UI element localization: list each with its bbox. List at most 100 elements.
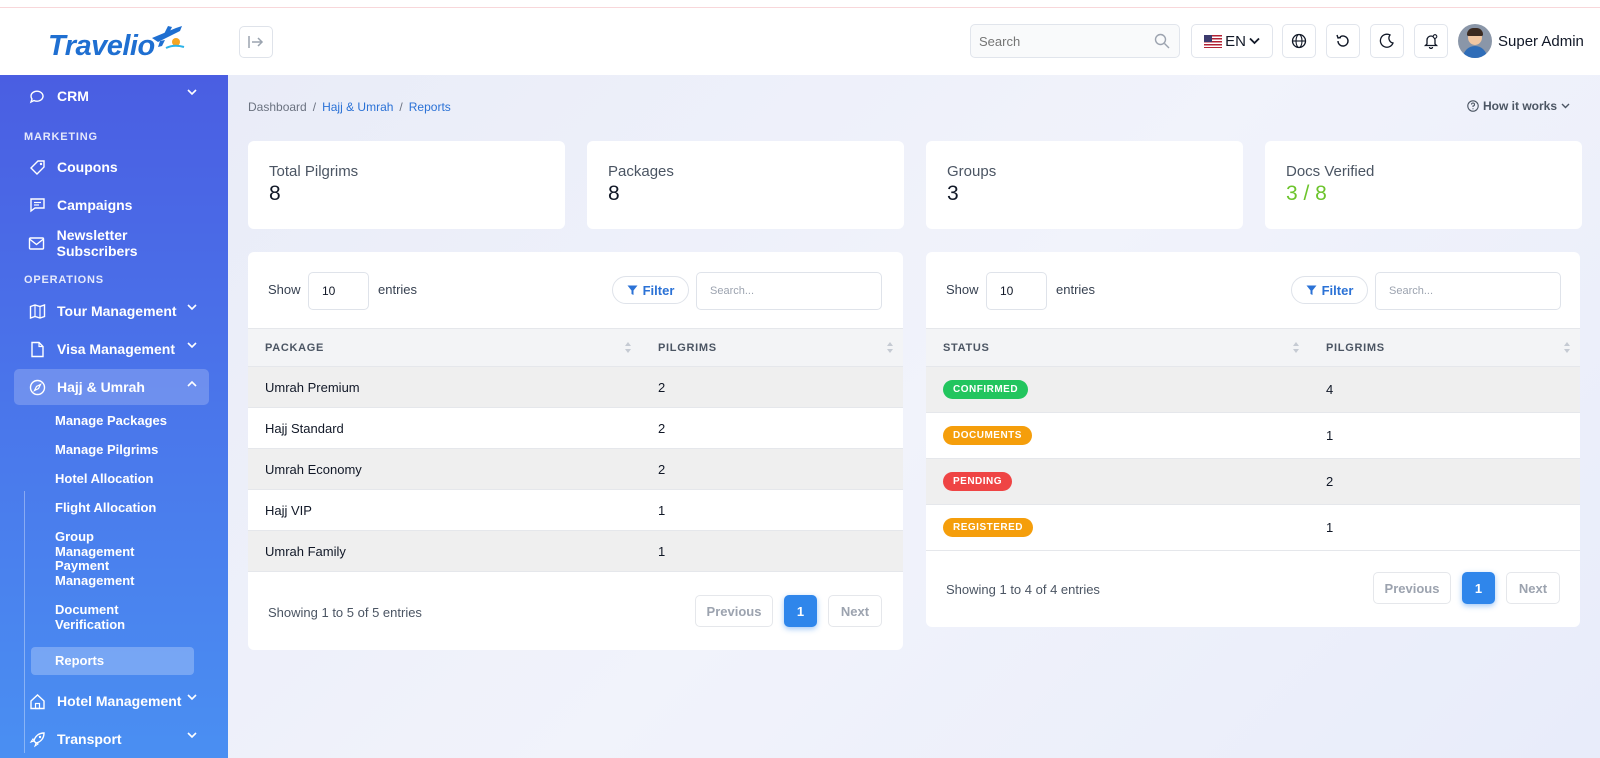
column-header-pilgrims[interactable]: PILGRIMS bbox=[1309, 328, 1580, 367]
submenu-item-payment-management[interactable]: Payment Management bbox=[31, 553, 194, 593]
chevron-down-icon bbox=[187, 732, 197, 739]
sidebar-item-campaigns[interactable]: Campaigns bbox=[14, 187, 209, 223]
main-content: Dashboard / Hajj & Umrah / Reports How it wo… bbox=[228, 75, 1600, 758]
rocket-icon bbox=[28, 730, 46, 748]
breadcrumb-separator: / bbox=[312, 100, 317, 114]
pilgrims-cell: 1 bbox=[641, 489, 903, 531]
column-header-pilgrims[interactable]: PILGRIMS bbox=[641, 328, 903, 367]
entries-label: entries bbox=[1056, 282, 1096, 297]
filter-button[interactable]: Filter bbox=[612, 276, 689, 304]
avatar bbox=[1458, 24, 1492, 58]
table-row: CONFIRMED 4 bbox=[926, 366, 1580, 413]
sidebar-item-label: Coupons bbox=[57, 159, 118, 175]
user-menu[interactable]: Super Admin bbox=[1458, 24, 1584, 58]
map-icon bbox=[28, 302, 46, 320]
show-label: Show bbox=[268, 282, 301, 297]
logo-text: Travelio bbox=[48, 30, 155, 62]
sort-icon bbox=[625, 342, 631, 353]
next-page-button[interactable]: Next bbox=[1506, 572, 1560, 604]
top-border bbox=[0, 0, 1600, 8]
user-name: Super Admin bbox=[1498, 32, 1584, 50]
language-selector[interactable]: EN bbox=[1191, 24, 1273, 58]
table-search-input[interactable]: Search... bbox=[696, 272, 882, 310]
table-row: Umrah Economy 2 bbox=[248, 448, 903, 490]
package-cell: Umrah Economy bbox=[248, 448, 641, 490]
chat-icon bbox=[28, 87, 46, 105]
sidebar-item-label: Transport bbox=[57, 731, 122, 747]
sort-icon bbox=[1293, 342, 1299, 353]
bell-icon bbox=[1423, 34, 1439, 49]
sidebar-item-hotel-management[interactable]: Hotel Management bbox=[14, 683, 209, 719]
entries-select[interactable]: 10 bbox=[308, 272, 369, 310]
moon-icon bbox=[1379, 33, 1394, 48]
status-report-card: Show 10 entries Filter Search... STATUS … bbox=[926, 252, 1580, 627]
status-badge: DOCUMENTS bbox=[943, 426, 1032, 445]
breadcrumb-reports: Reports bbox=[408, 100, 451, 114]
status-badge: CONFIRMED bbox=[943, 380, 1029, 399]
stat-card-packages: Packages 8 bbox=[587, 141, 904, 229]
column-header-status[interactable]: STATUS bbox=[926, 328, 1309, 367]
filter-icon bbox=[1306, 285, 1317, 295]
how-it-works-label: How it works bbox=[1482, 99, 1557, 113]
file-icon bbox=[28, 340, 46, 358]
package-cell: Umrah Family bbox=[248, 530, 641, 572]
stat-label: Total Pilgrims bbox=[269, 163, 359, 180]
previous-page-button[interactable]: Previous bbox=[1373, 572, 1451, 604]
sidebar-item-hajj-umrah[interactable]: Hajj & Umrah bbox=[14, 369, 209, 405]
top-header: Travelio EN Super Admin bbox=[0, 8, 1600, 75]
pilgrims-cell: 2 bbox=[641, 448, 903, 490]
chevron-down-icon bbox=[187, 694, 197, 701]
stat-card-docs-verified: Docs Verified 3 / 8 bbox=[1265, 141, 1582, 229]
submenu-item-manage-packages[interactable]: Manage Packages bbox=[31, 408, 194, 433]
chevron-down-icon bbox=[187, 89, 197, 96]
filter-button[interactable]: Filter bbox=[1291, 276, 1368, 304]
submenu-item-flight-allocation[interactable]: Flight Allocation bbox=[31, 495, 194, 520]
airplane-icon bbox=[152, 26, 185, 49]
sidebar-item-visa-management[interactable]: Visa Management bbox=[14, 331, 209, 367]
table-row: PENDING 2 bbox=[926, 458, 1580, 505]
how-it-works-button[interactable]: How it works bbox=[1467, 99, 1570, 113]
filter-label: Filter bbox=[642, 282, 675, 298]
mail-icon bbox=[28, 234, 46, 252]
table-search-input[interactable]: Search... bbox=[1375, 272, 1561, 310]
stat-value: 3 / 8 bbox=[1286, 182, 1327, 205]
page-1-button[interactable]: 1 bbox=[1462, 572, 1495, 604]
sidebar-item-transport[interactable]: Transport bbox=[14, 721, 209, 757]
submenu-item-manage-pilgrims[interactable]: Manage Pilgrims bbox=[31, 437, 194, 462]
filter-icon bbox=[627, 285, 638, 295]
breadcrumb-dashboard[interactable]: Dashboard bbox=[248, 100, 307, 114]
sidebar-item-newsletter[interactable]: Newsletter Subscribers bbox=[14, 225, 209, 261]
entries-select[interactable]: 10 bbox=[986, 272, 1047, 310]
table-row: Umrah Premium 2 bbox=[248, 366, 903, 408]
showing-entries-text: Showing 1 to 4 of 4 entries bbox=[946, 582, 1100, 597]
globe-button[interactable] bbox=[1282, 24, 1316, 58]
breadcrumb: Dashboard / Hajj & Umrah / Reports bbox=[248, 100, 451, 114]
package-report-card: Show 10 entries Filter Search... PACKAGE… bbox=[248, 252, 903, 650]
global-search[interactable] bbox=[970, 24, 1180, 58]
previous-page-button[interactable]: Previous bbox=[695, 595, 773, 627]
theme-toggle-button[interactable] bbox=[1370, 24, 1404, 58]
compass-icon bbox=[28, 378, 46, 396]
sidebar-item-tour-management[interactable]: Tour Management bbox=[14, 293, 209, 329]
global-search-input[interactable] bbox=[979, 33, 1149, 49]
stat-card-groups: Groups 3 bbox=[926, 141, 1243, 229]
chevron-down-icon bbox=[1561, 103, 1570, 109]
table-row: Hajj VIP 1 bbox=[248, 489, 903, 531]
next-page-button[interactable]: Next bbox=[828, 595, 882, 627]
us-flag-icon bbox=[1204, 34, 1223, 48]
sidebar-item-coupons[interactable]: Coupons bbox=[14, 149, 209, 185]
submenu-item-document-verification[interactable]: Document Verification bbox=[31, 597, 194, 637]
breadcrumb-hajj-umrah[interactable]: Hajj & Umrah bbox=[322, 100, 393, 114]
logo[interactable]: Travelio bbox=[46, 22, 186, 66]
refresh-button[interactable] bbox=[1326, 24, 1360, 58]
submenu-item-hotel-allocation[interactable]: Hotel Allocation bbox=[31, 466, 194, 491]
sidebar-item-crm[interactable]: CRM bbox=[14, 78, 209, 114]
page-1-button[interactable]: 1 bbox=[784, 595, 817, 627]
notifications-button[interactable] bbox=[1414, 24, 1448, 58]
search-icon bbox=[1154, 33, 1170, 49]
stat-label: Docs Verified bbox=[1286, 163, 1375, 180]
column-header-package[interactable]: PACKAGE bbox=[248, 328, 641, 367]
message-square-icon bbox=[28, 196, 46, 214]
submenu-item-reports[interactable]: Reports bbox=[31, 647, 194, 675]
sidebar-toggle-button[interactable] bbox=[239, 26, 273, 58]
